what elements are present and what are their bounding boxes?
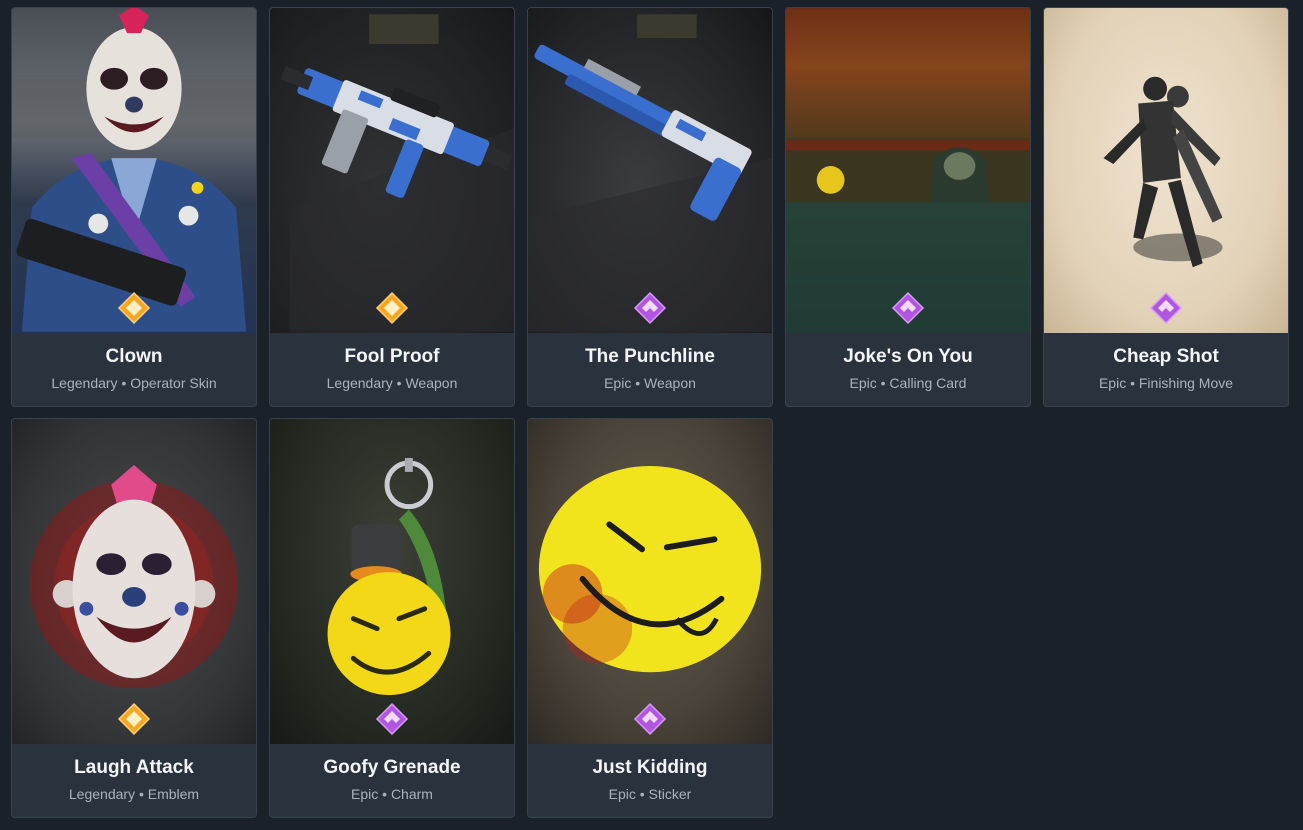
item-name: Goofy Grenade [323,757,461,778]
item-art-weapon [270,8,514,333]
item-rarity-type: Epic • Finishing Move [1098,375,1234,391]
bundle-items-grid: Clown Legendary • Operator Skin Fool Pro… [11,7,1289,818]
item-name: Just Kidding [592,757,708,778]
legendary-rarity-icon [117,291,151,325]
item-rarity-type: Epic • Weapon [604,375,696,391]
item-card-just-kidding[interactable]: Just Kidding Epic • Sticker [527,418,773,818]
item-art-emblem [12,419,256,744]
shotgun-image [528,14,772,332]
item-art-finishing-move [1044,8,1288,333]
smiley-sticker-image [538,465,762,673]
item-name: Fool Proof [344,346,440,367]
item-art-operator-skin [12,8,256,333]
item-rarity-type: Legendary • Weapon [326,375,458,391]
item-name: Joke's On You [843,346,973,367]
item-name: Clown [105,346,163,367]
calling-card-image [786,9,1030,332]
epic-rarity-icon [891,291,925,325]
legendary-rarity-icon [375,291,409,325]
clown-operator-image [12,8,256,332]
item-art-weapon [528,8,772,333]
item-card-clown[interactable]: Clown Legendary • Operator Skin [11,7,257,407]
item-rarity-type: Legendary • Operator Skin [51,375,217,391]
item-card-the-punchline[interactable]: The Punchline Epic • Weapon [527,7,773,407]
item-rarity-type: Epic • Calling Card [849,375,967,391]
epic-rarity-icon [633,702,667,736]
epic-rarity-icon [1149,291,1183,325]
item-name: Cheap Shot [1113,346,1219,367]
item-rarity-type: Legendary • Emblem [68,786,200,802]
item-card-laugh-attack[interactable]: Laugh Attack Legendary • Emblem [11,418,257,818]
epic-rarity-icon [633,291,667,325]
finishing-move-image [1103,76,1223,268]
grenade-charm-image [327,458,451,696]
item-art-calling-card [786,8,1030,333]
epic-rarity-icon [375,702,409,736]
clown-mask-emblem-image [29,464,239,689]
item-card-jokes-on-you[interactable]: Joke's On You Epic • Calling Card [785,7,1031,407]
item-card-goofy-grenade[interactable]: Goofy Grenade Epic • Charm [269,418,515,818]
item-name: Laugh Attack [74,757,194,778]
rifle-image [270,9,514,332]
item-rarity-type: Epic • Sticker [608,786,692,802]
legendary-rarity-icon [117,702,151,736]
item-card-fool-proof[interactable]: Fool Proof Legendary • Weapon [269,7,515,407]
item-card-cheap-shot[interactable]: Cheap Shot Epic • Finishing Move [1043,7,1289,407]
item-art-charm [270,419,514,744]
item-rarity-type: Epic • Charm [351,786,433,802]
item-art-sticker [528,419,772,744]
item-name: The Punchline [585,346,715,367]
